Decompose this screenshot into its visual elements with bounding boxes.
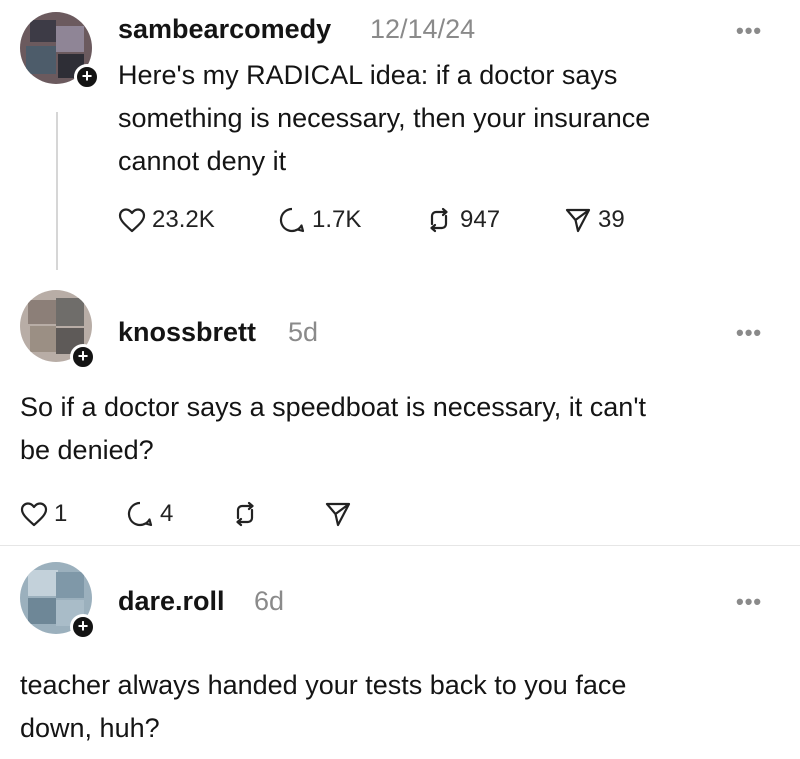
- more-options-icon[interactable]: •••: [736, 320, 762, 346]
- heart-icon: [20, 501, 48, 527]
- like-count: 23.2K: [152, 206, 215, 233]
- post-text-line: something is necessary, then your insura…: [118, 103, 651, 133]
- post-text-line: Here's my RADICAL idea: if a doctor says: [118, 60, 618, 90]
- post-text-line: cannot deny it: [118, 146, 287, 176]
- post-text-line: teacher always handed your tests back to…: [20, 670, 627, 700]
- thread-line: [56, 112, 58, 270]
- divider: [0, 545, 800, 546]
- username[interactable]: sambearcomedy: [118, 14, 331, 45]
- post-text-line: So if a doctor says a speedboat is neces…: [20, 392, 646, 422]
- post-text-line: down, huh?: [20, 713, 160, 743]
- action-bar: 23.2K 1.7K 947 39: [118, 206, 625, 234]
- repost-button[interactable]: [230, 500, 324, 528]
- action-bar: 1 4: [20, 500, 352, 528]
- like-button[interactable]: 1: [20, 500, 126, 528]
- send-icon: [324, 500, 352, 528]
- timestamp: 6d: [254, 586, 285, 616]
- heart-icon: [118, 207, 146, 233]
- post-text: So if a doctor says a speedboat is neces…: [20, 386, 646, 472]
- reply-button[interactable]: 1.7K: [278, 206, 424, 234]
- like-count: 1: [54, 500, 68, 527]
- send-icon: [564, 206, 592, 234]
- username[interactable]: knossbrett: [118, 317, 256, 348]
- more-options-icon[interactable]: •••: [736, 589, 762, 615]
- timestamp: 12/14/24: [370, 14, 476, 44]
- more-options-icon[interactable]: •••: [736, 18, 762, 44]
- share-button[interactable]: 39: [564, 206, 625, 234]
- comment-icon: [126, 500, 154, 528]
- repost-icon: [424, 206, 454, 234]
- reply-count: 4: [160, 500, 174, 527]
- username[interactable]: dare.roll: [118, 586, 225, 617]
- reply-count: 1.7K: [312, 206, 362, 233]
- repost-button[interactable]: 947: [424, 206, 564, 234]
- timestamp: 5d: [288, 317, 319, 347]
- like-button[interactable]: 23.2K: [118, 206, 278, 234]
- follow-badge[interactable]: +: [70, 614, 96, 640]
- follow-badge[interactable]: +: [70, 344, 96, 370]
- share-count: 39: [598, 206, 625, 233]
- repost-icon: [230, 500, 260, 528]
- share-button[interactable]: [324, 500, 352, 528]
- follow-badge[interactable]: +: [74, 64, 100, 90]
- reply-button[interactable]: 4: [126, 500, 230, 528]
- comment-icon: [278, 206, 306, 234]
- post-text: Here's my RADICAL idea: if a doctor says…: [118, 54, 650, 183]
- post-text-line: be denied?: [20, 435, 154, 465]
- repost-count: 947: [460, 206, 501, 233]
- post-text: teacher always handed your tests back to…: [20, 664, 626, 750]
